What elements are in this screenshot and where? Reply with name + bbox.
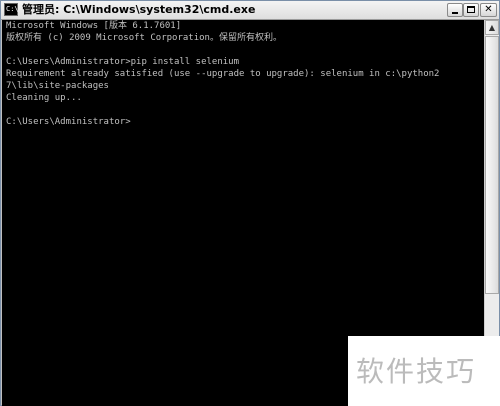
console-line: Cleaning up...: [6, 93, 82, 103]
console-line: 7\lib\site-packages: [6, 81, 109, 91]
console-line: Requirement already satisfied (use --upg…: [6, 69, 440, 79]
cmd-icon[interactable]: C:\: [4, 3, 19, 16]
minimize-icon: [452, 12, 458, 14]
console-line: 版权所有 (c) 2009 Microsoft Corporation。保留所有…: [6, 33, 282, 43]
watermark-text: 软件技巧: [356, 355, 477, 388]
scroll-up-button[interactable]: ▲: [485, 20, 499, 35]
console-line: Microsoft Windows [版本 6.1.7601]: [6, 21, 182, 31]
close-icon: ✕: [484, 4, 493, 15]
console-prompt: C:\Users\Administrator>: [6, 117, 131, 127]
cmd-icon-glyph: C:\: [6, 5, 19, 13]
console-line: C:\Users\Administrator>pip install selen…: [6, 57, 239, 67]
scroll-thumb[interactable]: [485, 36, 499, 294]
maximize-button[interactable]: [463, 3, 479, 17]
maximize-icon: [467, 6, 475, 13]
arrow-up-icon: ▲: [488, 23, 496, 32]
title-bar[interactable]: C:\ 管理员: C:\Windows\system32\cmd.exe ✕: [1, 1, 499, 20]
watermark: 软件技巧: [348, 336, 500, 406]
close-button[interactable]: ✕: [480, 3, 497, 17]
minimize-button[interactable]: [447, 3, 463, 17]
window-title: 管理员: C:\Windows\system32\cmd.exe: [22, 3, 256, 16]
